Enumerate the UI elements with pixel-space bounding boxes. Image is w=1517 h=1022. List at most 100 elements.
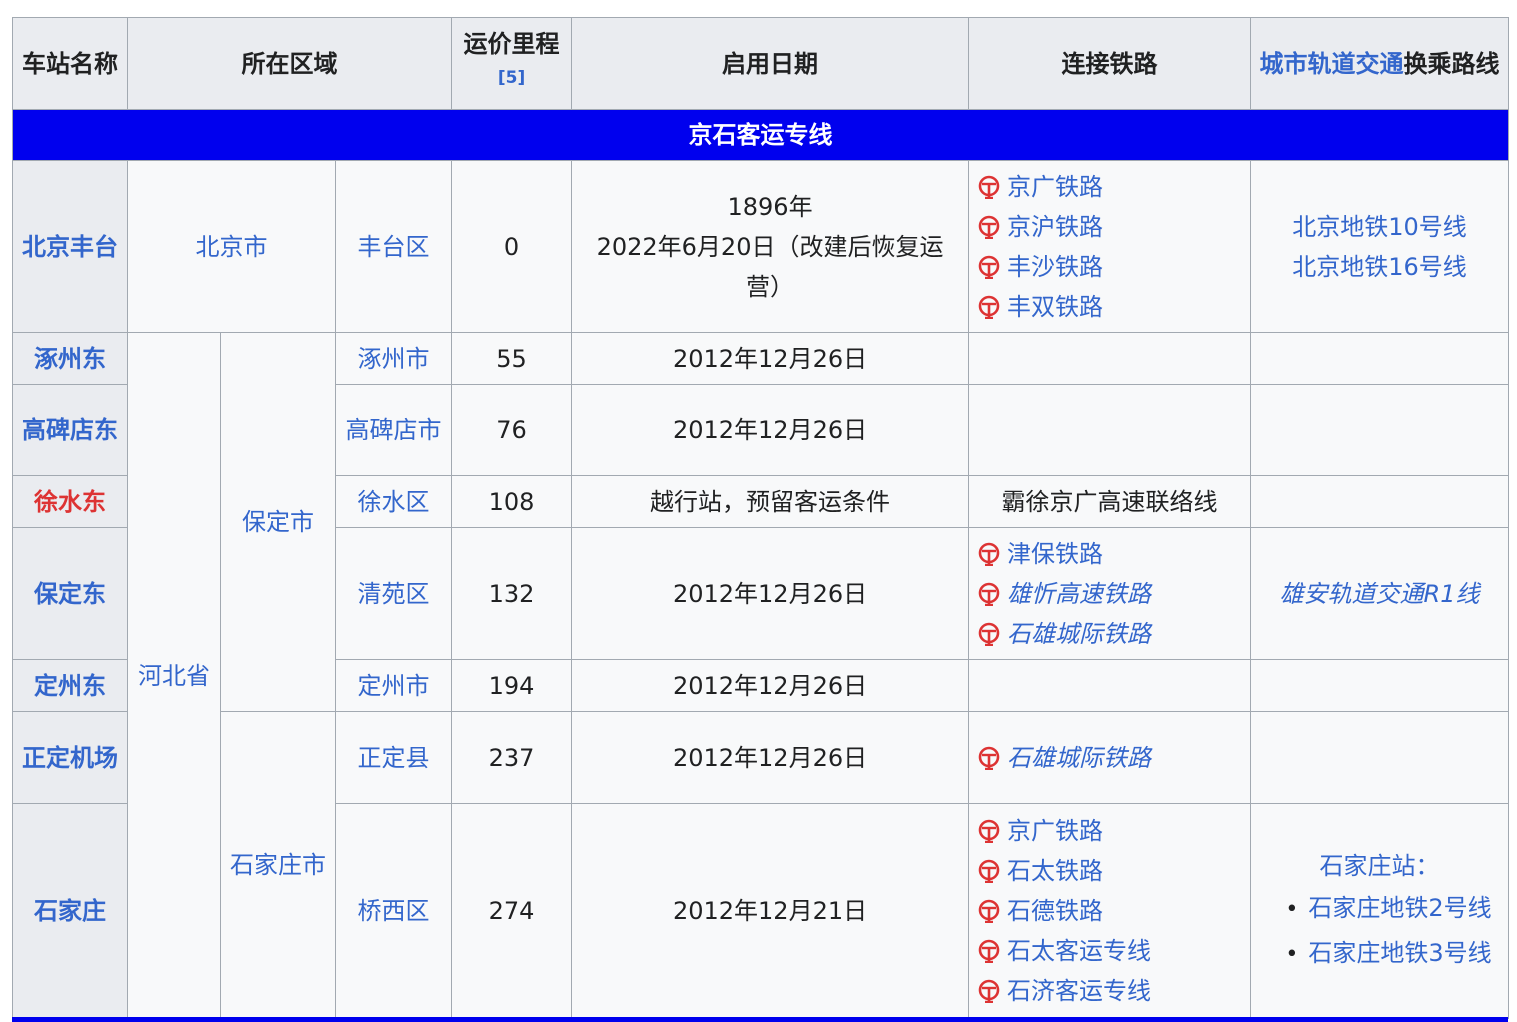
metro-cell xyxy=(1250,332,1510,385)
metro-cell xyxy=(1250,659,1510,712)
list-item: 石家庄地铁2号线 xyxy=(1277,886,1500,931)
railway-label: 京广铁路 xyxy=(1007,817,1104,845)
china-railway-icon xyxy=(977,622,1001,646)
china-railway-icon xyxy=(977,979,1001,1003)
metro-cell xyxy=(1250,475,1510,528)
district-link[interactable]: 丰台区 xyxy=(334,160,453,333)
metro-line-link[interactable]: 北京地铁16号线 xyxy=(1259,247,1500,287)
metro-station-link[interactable]: 石家庄站： xyxy=(1259,846,1500,886)
district-link[interactable]: 涿州市 xyxy=(334,332,453,385)
province-link[interactable]: 北京市 xyxy=(127,160,336,333)
railway-link[interactable]: 石雄城际铁路 xyxy=(977,738,1242,778)
station-table: 车站名称 所在区域 运价里程 [5] 启用日期 连接铁路 城市轨道交通换乘路线 京… xyxy=(11,17,1510,1019)
china-railway-icon xyxy=(977,939,1001,963)
date-line: 2022年6月20日（改建后恢复运营） xyxy=(596,232,944,301)
distance-cell: 194 xyxy=(451,659,573,712)
header-station[interactable]: 车站名称 xyxy=(12,17,128,110)
metro-line-list: 石家庄地铁2号线 石家庄地铁3号线 xyxy=(1259,886,1500,976)
station-link[interactable]: 定州东 xyxy=(12,659,128,712)
province-link[interactable]: 河北省 xyxy=(127,332,221,1019)
metro-line-link[interactable]: 北京地铁10号线 xyxy=(1259,207,1500,247)
distance-cell: 274 xyxy=(451,803,573,1019)
railway-label: 京广铁路 xyxy=(1007,172,1104,201)
metro-cell xyxy=(1250,384,1510,476)
header-metro[interactable]: 城市轨道交通换乘路线 xyxy=(1250,17,1510,110)
section-bar-bottom xyxy=(12,1017,1508,1022)
station-link[interactable]: 保定东 xyxy=(12,527,128,660)
metro-link[interactable]: 城市轨道交通 xyxy=(1260,50,1404,78)
table-row: 涿州东 河北省 保定市 涿州市 55 2012年12月26日 xyxy=(12,332,1510,1019)
railway-link[interactable]: 京广铁路 xyxy=(977,167,1242,207)
railway-link[interactable]: 京广铁路 xyxy=(977,811,1242,851)
station-link[interactable]: 涿州东 xyxy=(12,332,128,385)
section-row: 京石客运专线 xyxy=(11,109,1510,161)
railway-link[interactable]: 石济客运专线 xyxy=(977,971,1242,1011)
list-item: 石家庄地铁3号线 xyxy=(1277,931,1500,976)
station-link[interactable]: 徐水东 xyxy=(12,475,128,528)
china-railway-icon xyxy=(977,582,1001,606)
station-link[interactable]: 北京丰台 xyxy=(12,160,128,333)
district-link[interactable]: 清苑区 xyxy=(334,527,453,660)
distance-cell: 55 xyxy=(451,332,573,385)
china-railway-icon xyxy=(977,255,1001,279)
date-line: 1896年 xyxy=(727,192,813,221)
reference-link[interactable]: [5] xyxy=(498,68,525,88)
metro-line-link[interactable]: 石家庄地铁3号线 xyxy=(1308,939,1491,967)
railway-link[interactable]: 丰双铁路 xyxy=(977,287,1242,327)
railway-label: 丰沙铁路 xyxy=(1007,252,1104,281)
railway-label: 石太铁路 xyxy=(1007,857,1104,885)
railway-label: 石济客运专线 xyxy=(1007,977,1152,1005)
railway-link[interactable]: 丰沙铁路 xyxy=(977,247,1242,287)
railway-label: 石太客运专线 xyxy=(1007,937,1152,965)
railway-link[interactable]: 雄忻高速铁路 xyxy=(977,574,1242,614)
date-cell: 2012年12月26日 xyxy=(571,332,970,385)
section-title: 京石客运专线 xyxy=(11,109,1510,161)
distance-cell: 237 xyxy=(451,711,573,804)
china-railway-icon xyxy=(977,175,1001,199)
china-railway-icon xyxy=(977,295,1001,319)
date-cell: 2012年12月21日 xyxy=(571,803,970,1019)
railway-link[interactable]: 石德铁路 xyxy=(977,891,1242,931)
table-row: 北京丰台 北京市 丰台区 0 1896年 2022年6月20日（改建后恢复运营） … xyxy=(12,160,1510,333)
date-cell: 2012年12月26日 xyxy=(571,659,970,712)
district-link[interactable]: 高碑店市 xyxy=(334,384,453,476)
railways-cell: 霸徐京广高速联络线 xyxy=(968,475,1252,528)
railway-link[interactable]: 京沪铁路 xyxy=(977,207,1242,247)
railway-link[interactable]: 石太客运专线 xyxy=(977,931,1242,971)
railway-link[interactable]: 石太铁路 xyxy=(977,851,1242,891)
header-region[interactable]: 所在区域 xyxy=(126,17,453,110)
city-link[interactable]: 石家庄市 xyxy=(220,711,336,1019)
railways-cell: 石雄城际铁路 xyxy=(968,711,1252,804)
district-link[interactable]: 定州市 xyxy=(334,659,453,712)
city-link[interactable]: 保定市 xyxy=(220,332,336,712)
metro-line-link[interactable]: 雄安轨道交通R1线 xyxy=(1259,574,1500,614)
metro-line-link[interactable]: 石家庄地铁2号线 xyxy=(1308,894,1491,922)
station-link[interactable]: 正定机场 xyxy=(12,711,128,804)
railway-link[interactable]: 津保铁路 xyxy=(977,534,1242,574)
table-row: 正定机场 石家庄市 正定县 237 2012年12月26日 石雄城际铁路 xyxy=(12,711,1510,1019)
header-row: 车站名称 所在区域 运价里程 [5] 启用日期 连接铁路 城市轨道交通换乘路线 xyxy=(12,17,1510,110)
railway-label: 丰双铁路 xyxy=(1007,292,1104,321)
station-link[interactable]: 高碑店东 xyxy=(12,384,128,476)
date-cell: 2012年12月26日 xyxy=(571,711,970,804)
metro-cell: 石家庄站： 石家庄地铁2号线 石家庄地铁3号线 xyxy=(1250,803,1510,1019)
station-link[interactable]: 石家庄 xyxy=(12,803,128,1019)
header-distance-label: 运价里程 xyxy=(463,29,560,58)
railways-cell xyxy=(968,332,1252,385)
railways-cell: 京广铁路 石太铁路 石德铁路 石太客运专线 石济客运专线 xyxy=(968,803,1252,1019)
header-distance[interactable]: 运价里程 [5] xyxy=(451,17,573,110)
railway-link[interactable]: 石雄城际铁路 xyxy=(977,614,1242,654)
china-railway-icon xyxy=(977,819,1001,843)
date-cell: 2012年12月26日 xyxy=(571,384,970,476)
district-link[interactable]: 桥西区 xyxy=(334,803,453,1019)
china-railway-icon xyxy=(977,542,1001,566)
date-cell: 2012年12月26日 xyxy=(571,527,970,660)
district-link[interactable]: 正定县 xyxy=(334,711,453,804)
header-open-date[interactable]: 启用日期 xyxy=(571,17,970,110)
header-railways[interactable]: 连接铁路 xyxy=(968,17,1252,110)
railway-label: 京沪铁路 xyxy=(1007,212,1104,241)
distance-cell: 0 xyxy=(451,160,573,333)
china-railway-icon xyxy=(977,215,1001,239)
railways-cell: 京广铁路 京沪铁路 丰沙铁路 丰双铁路 xyxy=(968,160,1252,333)
district-link[interactable]: 徐水区 xyxy=(334,475,453,528)
